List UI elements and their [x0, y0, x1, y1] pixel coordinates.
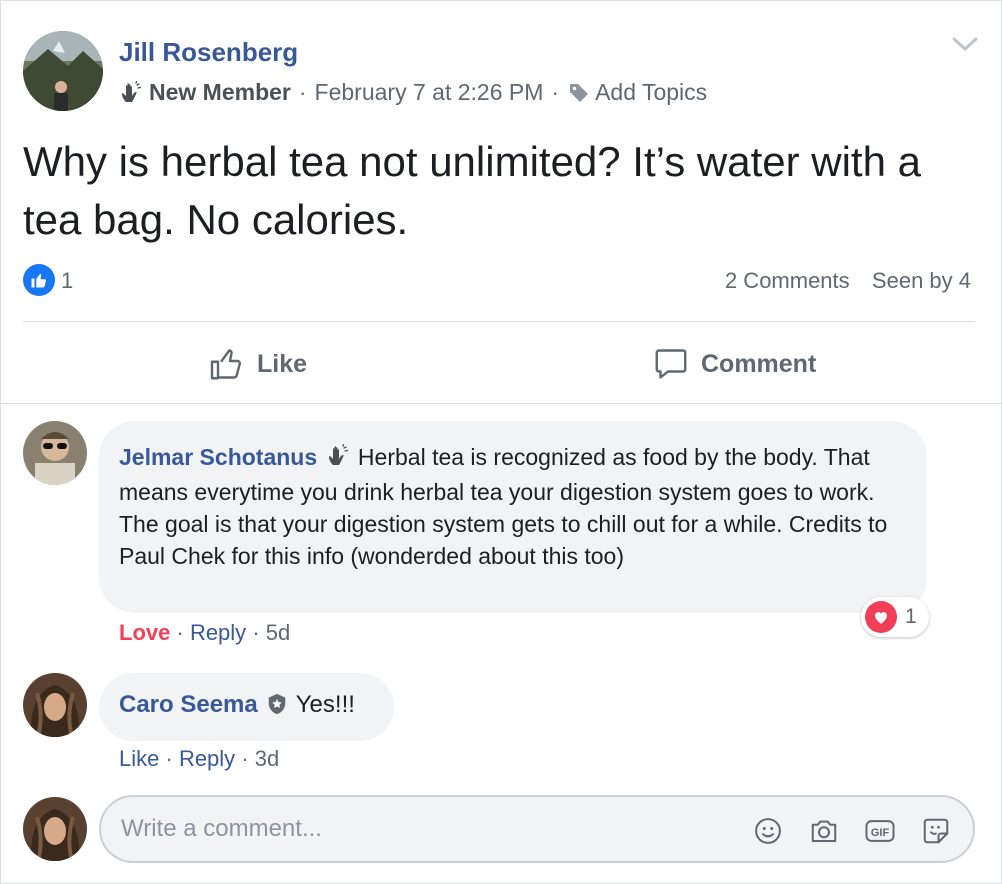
separator-dot: ·	[298, 79, 307, 105]
shield-icon	[266, 693, 288, 715]
post-stats: 2 Comments Seen by 4	[725, 268, 971, 294]
comment-age[interactable]: 5d	[266, 620, 290, 645]
separator-dot: ·	[241, 746, 255, 771]
post-author-name[interactable]: Jill Rosenberg	[119, 37, 298, 68]
comment-button-label: Comment	[701, 349, 817, 378]
reply-link[interactable]: Reply	[179, 746, 235, 771]
comment-author-name[interactable]: Caro Seema	[119, 691, 258, 719]
reply-link[interactable]: Reply	[190, 620, 246, 645]
comment-bubble: Jelmar Schotanus Herbal tea is recognize…	[99, 421, 927, 613]
comment-author-name[interactable]: Jelmar Schotanus	[119, 444, 317, 470]
wave-hand-icon	[119, 80, 143, 105]
comment-text: Yes!!!	[295, 691, 355, 718]
chevron-down-icon[interactable]	[951, 35, 979, 58]
divider	[1, 403, 1002, 404]
post-body-text: Why is herbal tea not unlimited? It’s wa…	[23, 138, 921, 243]
like-count[interactable]: 1	[61, 268, 73, 294]
svg-text:GIF: GIF	[871, 827, 890, 839]
emoji-icon[interactable]	[751, 814, 785, 848]
comment-input[interactable]	[121, 811, 721, 847]
like-reaction-icon[interactable]	[23, 264, 55, 296]
thumbs-up-icon	[209, 346, 257, 382]
member-badge: New Member	[149, 79, 291, 105]
sticker-icon[interactable]	[919, 814, 953, 848]
gif-icon[interactable]: GIF	[863, 814, 897, 848]
comment-bubble: Caro Seema Yes!!!	[99, 673, 394, 741]
comment-actions: Love · Reply · 5d	[119, 620, 290, 646]
comment-actions: Like · Reply · 3d	[119, 746, 279, 772]
camera-icon[interactable]	[807, 814, 841, 848]
comments-count[interactable]: 2 Comments	[725, 268, 850, 293]
comment-age[interactable]: 3d	[255, 746, 279, 771]
separator-dot: ·	[165, 746, 179, 771]
heart-icon	[865, 601, 897, 633]
divider	[23, 321, 975, 322]
wave-hand-icon	[326, 443, 350, 476]
tag-icon	[567, 81, 591, 105]
love-reaction-link[interactable]: Love	[119, 620, 170, 645]
author-avatar[interactable]	[23, 31, 103, 111]
separator-dot: ·	[252, 620, 266, 645]
reaction-count: 1	[905, 605, 917, 628]
separator-dot: ·	[551, 79, 560, 105]
comment-composer: GIF	[99, 795, 975, 863]
comment-button[interactable]: Comment	[653, 339, 816, 389]
commenter-avatar[interactable]	[23, 421, 87, 485]
commenter-avatar[interactable]	[23, 673, 87, 737]
post-card: Jill Rosenberg New Member · February 7 a…	[0, 0, 1002, 884]
seen-by[interactable]: Seen by 4	[872, 268, 971, 293]
like-button-label: Like	[257, 349, 308, 378]
like-link[interactable]: Like	[119, 746, 159, 771]
reaction-summary[interactable]: 1	[861, 597, 929, 637]
like-button[interactable]: Like	[209, 339, 307, 389]
post-timestamp[interactable]: February 7 at 2:26 PM	[315, 79, 544, 106]
current-user-avatar[interactable]	[23, 797, 87, 861]
comment-bubble-icon	[653, 346, 701, 382]
add-topics-link[interactable]: Add Topics	[595, 79, 707, 106]
separator-dot: ·	[176, 620, 190, 645]
post-meta: New Member · February 7 at 2:26 PM · Add…	[119, 79, 707, 106]
